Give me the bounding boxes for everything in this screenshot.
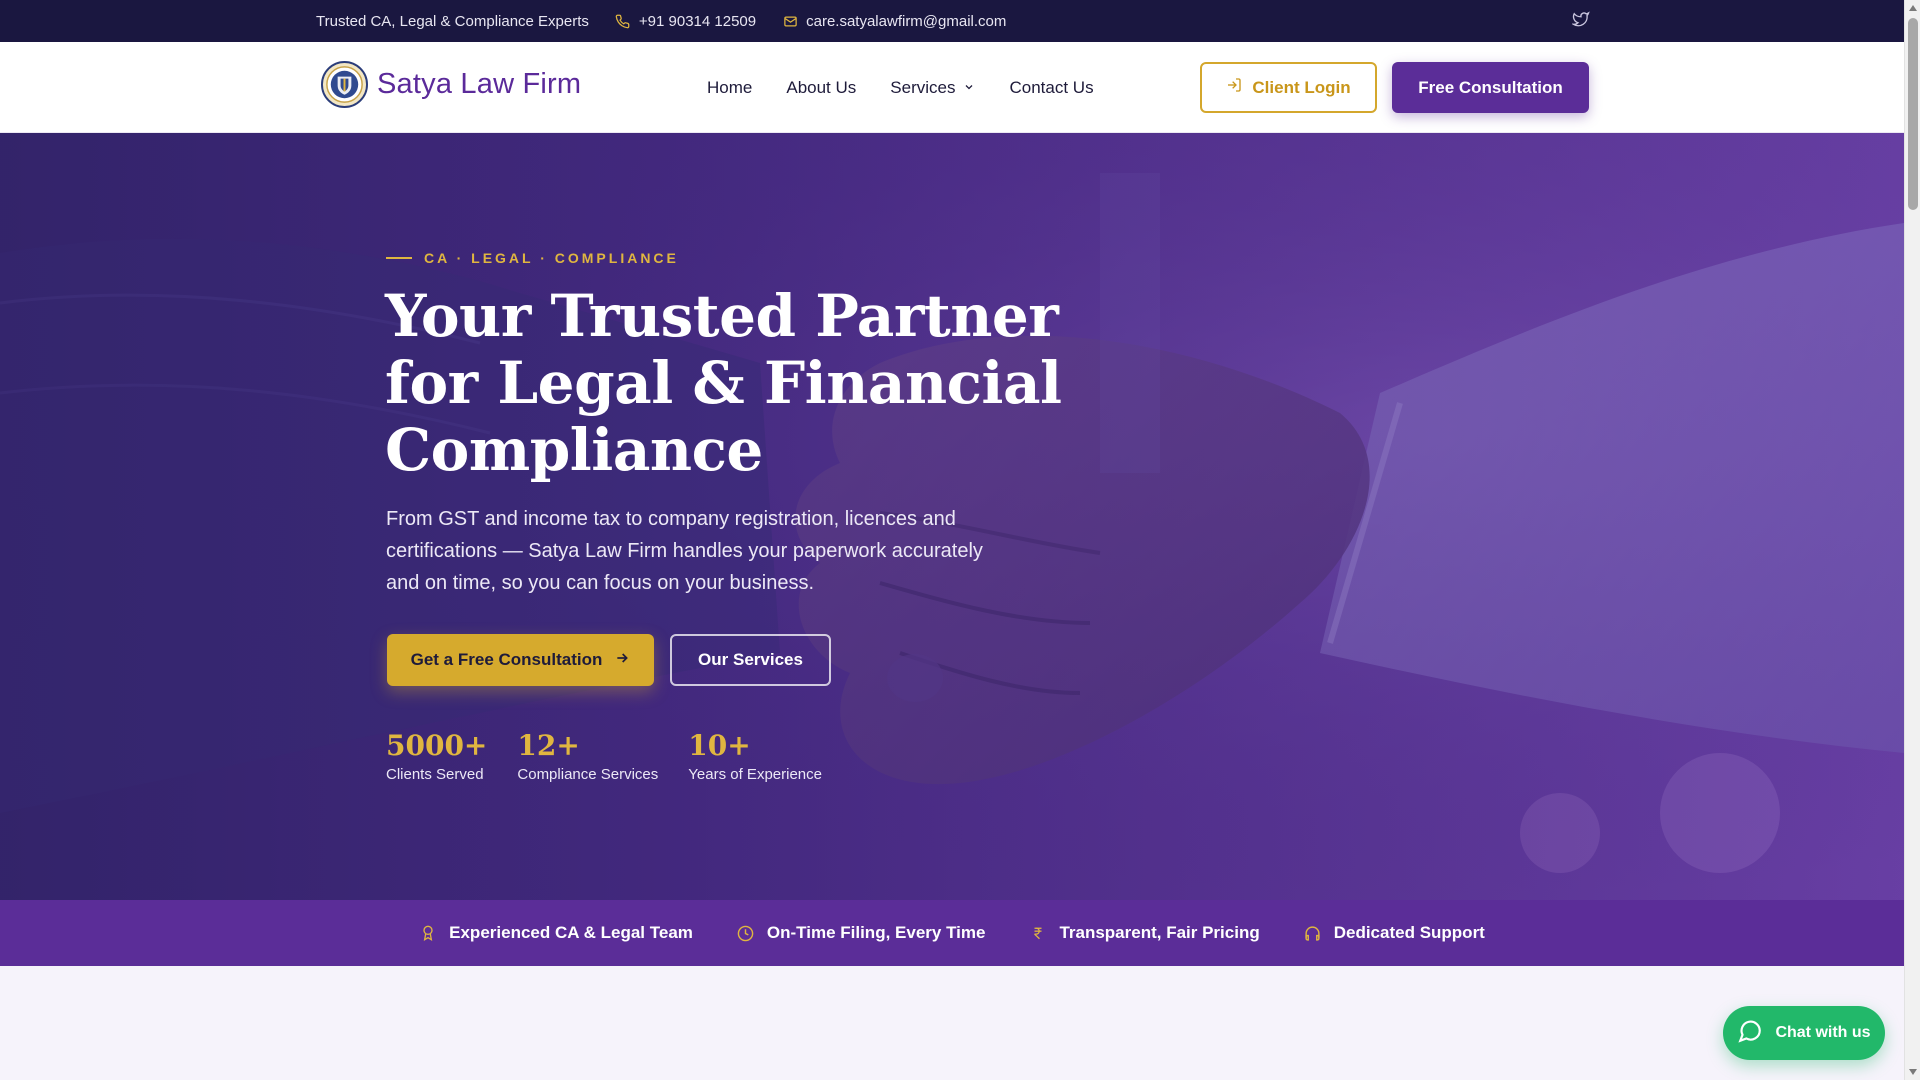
get-free-consultation-button[interactable]: Get a Free Consultation xyxy=(387,634,654,686)
hero-eyebrow: CA · LEGAL · COMPLIANCE xyxy=(386,250,679,266)
stat-value: 10+ xyxy=(688,729,751,762)
feature-item: Experienced CA & Legal Team xyxy=(419,923,693,943)
nav-contact-label: Contact Us xyxy=(1009,77,1094,97)
stat-value: 12+ xyxy=(517,729,580,762)
feature-item: Dedicated Support xyxy=(1304,923,1485,943)
scroll-up-arrow-icon[interactable] xyxy=(1905,0,1920,16)
arrow-right-icon xyxy=(614,650,630,671)
scroll-down-arrow-icon[interactable] xyxy=(1905,1064,1920,1080)
feature-item: On-Time Filing, Every Time xyxy=(737,923,986,943)
hero-section: CA · LEGAL · COMPLIANCE Your Trusted Par… xyxy=(0,133,1904,900)
rupee-icon xyxy=(1029,924,1047,942)
chat-with-us-button[interactable]: Chat with us xyxy=(1723,1006,1885,1060)
stat-label: Clients Served xyxy=(386,766,484,783)
headset-icon xyxy=(1304,924,1322,942)
mail-icon xyxy=(782,13,798,29)
secondary-cta-label: Our Services xyxy=(698,650,803,669)
stat-label: Compliance Services xyxy=(517,766,659,783)
hero-title: Your Trusted Partner for Legal & Financi… xyxy=(385,282,1062,484)
feature-label: Dedicated Support xyxy=(1333,923,1485,942)
seal-logo-icon xyxy=(321,61,368,108)
primary-cta-label: Get a Free Consultation xyxy=(410,650,603,669)
stat-services: 12+ Compliance Services xyxy=(517,729,659,784)
our-services-button[interactable]: Our Services xyxy=(670,634,831,686)
hero-description: From GST and income tax to company regis… xyxy=(386,508,983,594)
free-consultation-label: Free Consultation xyxy=(1418,77,1563,97)
brand-name: Satya Law Firm xyxy=(377,68,582,100)
scrollbar-thumb[interactable] xyxy=(1908,18,1918,210)
clock-icon xyxy=(737,924,755,942)
feature-label: Experienced CA & Legal Team xyxy=(449,923,693,942)
chevron-down-icon xyxy=(963,78,975,98)
chat-bubble-icon xyxy=(1737,1018,1763,1049)
next-section xyxy=(0,966,1904,1080)
client-login-button[interactable]: Client Login xyxy=(1200,62,1377,113)
feature-item: Transparent, Fair Pricing xyxy=(1029,923,1260,943)
feature-label: Transparent, Fair Pricing xyxy=(1059,923,1260,942)
brand-logo[interactable]: Satya Law Firm xyxy=(321,61,581,108)
top-info-bar: Trusted CA, Legal & Compliance Experts +… xyxy=(0,0,1904,42)
primary-nav: Home About Us Services Contact Us xyxy=(707,42,1094,133)
eyebrow-text: CA · LEGAL · COMPLIANCE xyxy=(424,250,679,266)
phone-icon xyxy=(615,13,631,29)
award-icon xyxy=(419,924,437,942)
nav-home-label: Home xyxy=(707,77,753,97)
email-link[interactable]: care.satyalawfirm@gmail.com xyxy=(782,13,1006,30)
stat-label: Years of Experience xyxy=(688,766,822,783)
login-icon xyxy=(1226,77,1242,98)
hero-stats: 5000+ Clients Served 12+ Compliance Serv… xyxy=(386,729,822,784)
chat-label: Chat with us xyxy=(1775,1024,1871,1041)
features-strip: Experienced CA & Legal Team On-Time Fili… xyxy=(0,900,1904,966)
stat-experience: 10+ Years of Experience xyxy=(688,729,822,784)
eyebrow-line xyxy=(386,257,412,259)
email-text: care.satyalawfirm@gmail.com xyxy=(806,12,1007,30)
nav-about[interactable]: About Us xyxy=(786,78,856,98)
main-navbar: Satya Law Firm Home About Us Services Co… xyxy=(0,42,1904,133)
nav-services-label: Services xyxy=(890,77,956,97)
feature-label: On-Time Filing, Every Time xyxy=(766,923,986,942)
nav-home[interactable]: Home xyxy=(707,78,752,98)
stat-value: 5000+ xyxy=(386,729,488,762)
nav-contact[interactable]: Contact Us xyxy=(1009,78,1093,98)
client-login-label: Client Login xyxy=(1252,77,1351,97)
tagline-text: Trusted CA, Legal & Compliance Experts xyxy=(316,12,589,30)
stat-clients: 5000+ Clients Served xyxy=(386,729,488,784)
page-scrollbar[interactable] xyxy=(1904,0,1920,1080)
phone-link[interactable]: +91 90314 12509 xyxy=(615,13,756,30)
twitter-icon[interactable] xyxy=(1571,10,1590,28)
phone-text: +91 90314 12509 xyxy=(638,12,757,30)
nav-about-label: About Us xyxy=(786,77,857,97)
free-consultation-button[interactable]: Free Consultation xyxy=(1392,62,1589,113)
nav-services[interactable]: Services xyxy=(890,78,975,98)
tagline: Trusted CA, Legal & Compliance Experts xyxy=(316,13,589,30)
